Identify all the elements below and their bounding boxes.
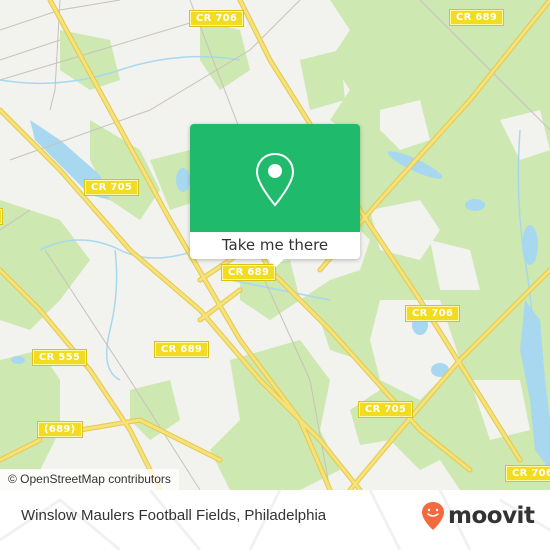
map-attribution[interactable]: © OpenStreetMap contributors — [0, 469, 179, 490]
road-label-cr706: CR 706 — [188, 10, 245, 27]
moovit-logo-icon — [422, 502, 444, 530]
popup-pointer — [267, 258, 285, 267]
road-label-cr689: CR 689 — [153, 341, 210, 358]
road-label-cr706: CR 706 — [404, 305, 461, 322]
moovit-brand[interactable]: moovit — [421, 499, 535, 533]
road-label-cr555: CR 555 — [31, 349, 88, 366]
road-label-partial — [0, 208, 3, 225]
location-popup: Take me there — [190, 124, 360, 267]
take-me-there-button[interactable]: Take me there — [190, 232, 360, 259]
road-label-cr689: CR 689 — [220, 264, 277, 281]
footer-bar: Winslow Maulers Football Fields, Philade… — [0, 490, 550, 550]
road-label-cr706: CR 706 — [504, 465, 550, 482]
map-view[interactable]: CR 706 CR 689 CR 705 CR 689 CR 706 CR 55… — [0, 0, 550, 490]
road-label-cr705: CR 705 — [83, 179, 140, 196]
road-label-689: (689) — [37, 421, 83, 438]
map-pin-icon — [255, 152, 295, 207]
road-label-cr705: CR 705 — [357, 401, 414, 418]
brand-name: moovit — [448, 503, 535, 529]
place-title: Winslow Maulers Football Fields, Philade… — [21, 507, 327, 524]
road-label-cr689: CR 689 — [448, 9, 505, 26]
popup-header — [190, 124, 360, 232]
